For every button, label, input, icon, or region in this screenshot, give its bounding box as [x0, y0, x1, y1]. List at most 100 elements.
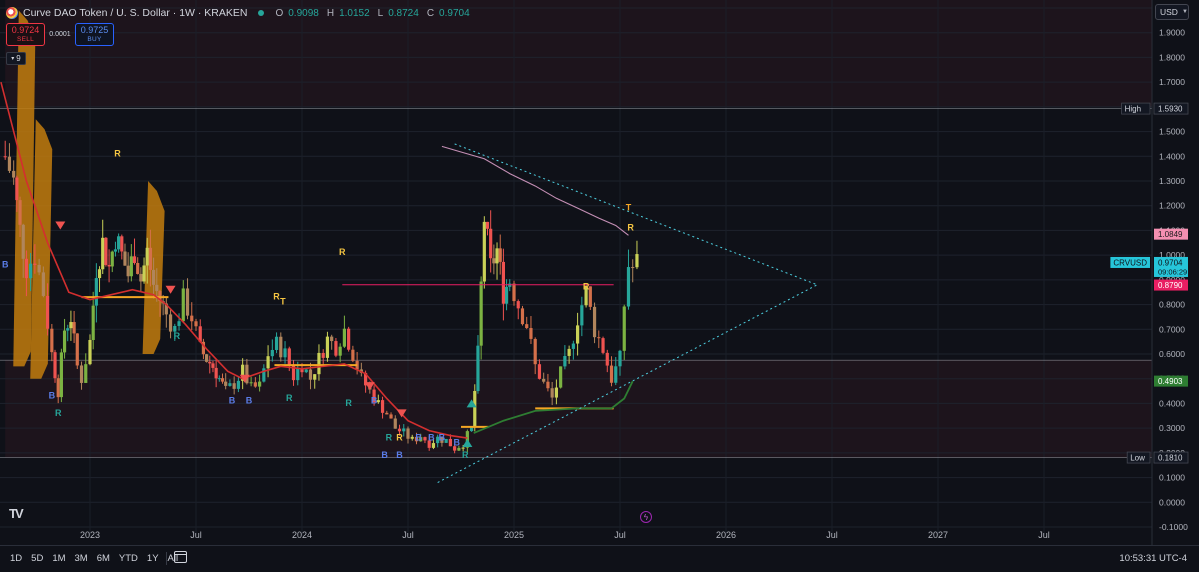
range-button-6m[interactable]: 6M [97, 553, 110, 564]
range-button-3m[interactable]: 3M [75, 553, 88, 564]
candle-body [37, 264, 41, 273]
range-buttons: 1D 5D 1M 3M 6M YTD 1Y All [10, 553, 178, 564]
candle-body [385, 412, 389, 415]
price-tick-label: 1.8000 [1159, 52, 1185, 62]
high-value: 1.0152 [339, 7, 370, 19]
candle-body [97, 269, 102, 279]
range-button-ytd[interactable]: YTD [119, 553, 138, 564]
candle-body [495, 248, 499, 264]
price-tick-label: 0.4000 [1159, 398, 1185, 408]
candle-body [107, 264, 111, 267]
candle-body [101, 237, 105, 270]
low-label: L [377, 7, 384, 19]
sell-button[interactable]: 0.9724 SELL [6, 23, 45, 46]
price-chart[interactable]: BBRRRBBRTRRRBRRBBBBBBRRTR2.00001.90001.8… [0, 0, 1199, 545]
candle-body [529, 328, 533, 339]
price-tick-label: 1.3000 [1159, 176, 1185, 186]
sell-label: SELL [16, 36, 35, 43]
candle-body [7, 156, 12, 171]
candle-body [304, 369, 308, 373]
candle-body [258, 381, 262, 387]
clock[interactable]: 10:53:31 UTC-4 [1119, 553, 1187, 564]
range-button-1m[interactable]: 1M [52, 553, 65, 564]
range-button-1d[interactable]: 1D [10, 553, 22, 564]
candle-body [626, 267, 631, 307]
calendar-icon[interactable] [174, 551, 187, 563]
candle-body [88, 339, 92, 365]
candle-body [205, 354, 209, 362]
signal-label: R [55, 408, 62, 418]
candle-body [567, 348, 571, 356]
candle-body [501, 261, 505, 304]
indicator-count: 9 [16, 54, 21, 63]
candle-body [136, 262, 140, 274]
time-tick-label: Jul [826, 530, 838, 540]
candle-body [389, 414, 393, 419]
sell-price: 0.9724 [11, 25, 40, 35]
signal-label: B [246, 395, 253, 405]
candle-body [410, 436, 414, 439]
symbol-legend: Curve DAO Token / U. S. Dollar · 1W · KR… [6, 5, 470, 21]
currency-selector[interactable]: USD ▼ [1155, 4, 1189, 20]
candle-body [132, 256, 137, 263]
candle-body [317, 352, 321, 375]
candle-body [559, 366, 563, 388]
signal-label: B [381, 450, 388, 460]
candle-body [120, 236, 124, 252]
candle-body [485, 221, 490, 229]
candle-body [12, 170, 16, 178]
indicators-collapse-button[interactable]: ▾ 9 [6, 52, 26, 65]
tradingview-logo-icon[interactable]: TV [9, 506, 24, 521]
candle-body [476, 345, 480, 392]
candle-body [492, 258, 496, 264]
candle-body [91, 305, 95, 340]
signal-label: R [286, 393, 293, 403]
candle-body [537, 364, 542, 379]
candle-body [29, 263, 33, 279]
candle-body [313, 374, 317, 380]
candle-body [614, 366, 618, 383]
candle-body [347, 328, 351, 350]
candle-body [351, 349, 355, 361]
candle-body [448, 438, 452, 447]
candle-body [69, 322, 73, 329]
candle-body [571, 343, 575, 349]
price-tick-label: 1.9000 [1159, 28, 1185, 38]
candle-body [139, 273, 143, 282]
toolbar-divider [166, 552, 167, 565]
symbol-title[interactable]: Curve DAO Token / U. S. Dollar · 1W · KR… [23, 7, 247, 19]
candle-body [609, 365, 614, 383]
candle-body [380, 400, 385, 413]
signal-label: B [49, 390, 56, 400]
candle-body [308, 369, 313, 380]
range-button-5d[interactable]: 5D [31, 553, 43, 564]
range-button-1y[interactable]: 1Y [147, 553, 159, 564]
buy-button[interactable]: 0.9725 BUY [75, 23, 114, 46]
buy-label: BUY [87, 36, 102, 43]
signal-label: R [462, 450, 469, 460]
candle-body [142, 265, 146, 282]
candle-body [79, 365, 84, 383]
signal-label: R [583, 282, 590, 292]
candle-body [580, 305, 584, 326]
candle-body [152, 269, 156, 285]
time-tick-label: 2023 [80, 530, 100, 540]
candle-body [168, 314, 173, 332]
signal-label: B [371, 395, 378, 405]
candle-body [525, 324, 529, 329]
signal-label: B [454, 437, 461, 447]
candle-body [631, 267, 635, 269]
candle-body [59, 352, 63, 398]
lightning-icon[interactable]: ϟ [640, 511, 652, 523]
candle-body [592, 306, 597, 338]
signal-label: R [345, 398, 352, 408]
candle-body [53, 352, 57, 379]
market-open-dot-icon [258, 10, 265, 16]
price-tag-value: 1.5930 [1158, 105, 1183, 114]
candle-body [393, 418, 397, 429]
bottom-toolbar: 1D 5D 1M 3M 6M YTD 1Y All 10:53:31 UTC-4 [0, 545, 1199, 572]
candle-body [296, 368, 300, 381]
candle-body [597, 337, 601, 339]
candle-body [546, 381, 550, 389]
candle-body [512, 283, 516, 302]
